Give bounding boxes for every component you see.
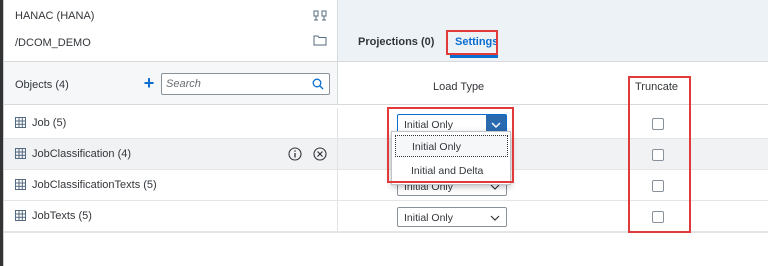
column-divider	[337, 170, 338, 201]
search-input[interactable]	[166, 77, 306, 91]
object-name: Job (5)	[32, 117, 67, 129]
search-field[interactable]	[161, 73, 330, 95]
truncate-checkbox[interactable]	[652, 149, 664, 161]
table-row[interactable]: JobClassification (4)	[4, 139, 768, 170]
table-icon	[15, 179, 26, 190]
table-icon	[15, 117, 26, 128]
table-row[interactable]: JobTexts (5) Initial Only	[4, 201, 768, 232]
info-icon[interactable]	[288, 147, 302, 161]
tab-settings[interactable]: Settings	[455, 36, 498, 48]
remove-icon[interactable]	[313, 147, 327, 161]
load-type-value: Initial Only	[404, 119, 454, 131]
active-tab-indicator	[450, 55, 498, 58]
load-type-dropdown-list[interactable]: Initial Only Initial and Delta	[391, 131, 511, 185]
chevron-down-icon[interactable]	[490, 213, 500, 221]
table-row[interactable]: JobClassificationTexts (5) Initial Only	[4, 170, 768, 201]
objects-toolbar: Objects (4) +	[4, 61, 337, 105]
column-divider	[337, 139, 338, 170]
column-divider	[337, 108, 338, 139]
table-row[interactable]: Job (5) Initial Only	[4, 108, 768, 139]
objects-count-label: Objects (4)	[15, 79, 69, 91]
add-object-button[interactable]: +	[142, 74, 156, 92]
load-type-select[interactable]: Initial Only	[397, 207, 507, 227]
schema-label: /DCOM_DEMO	[15, 37, 91, 49]
tab-bar: Projections (0) Settings	[337, 0, 768, 61]
truncate-checkbox[interactable]	[652, 118, 664, 130]
settings-column-header: Load Type Truncate	[337, 61, 768, 105]
column-divider	[337, 201, 338, 232]
chevron-down-icon[interactable]	[491, 120, 501, 128]
source-panel: HANAC (HANA) /DCOM_DEMO	[4, 0, 337, 60]
search-icon[interactable]	[312, 78, 324, 90]
table-icon	[15, 148, 26, 159]
table-icon	[15, 210, 26, 221]
truncate-column-header: Truncate	[635, 81, 679, 93]
truncate-checkbox[interactable]	[652, 211, 664, 223]
object-name: JobClassificationTexts (5)	[32, 179, 157, 191]
object-name: JobTexts (5)	[32, 210, 92, 222]
connection-label: HANAC (HANA)	[15, 10, 95, 22]
load-type-column-header: Load Type	[433, 81, 485, 93]
table-bottom-border	[4, 232, 768, 233]
dropdown-option-initial-only[interactable]: Initial Only	[395, 135, 508, 157]
truncate-checkbox[interactable]	[652, 180, 664, 192]
object-name: JobClassification (4)	[32, 148, 132, 160]
connection-icon[interactable]	[313, 10, 327, 22]
folder-icon[interactable]	[313, 34, 327, 46]
dropdown-option-initial-and-delta[interactable]: Initial and Delta	[395, 160, 508, 182]
load-type-value: Initial Only	[404, 212, 454, 224]
tab-projections[interactable]: Projections (0)	[358, 36, 434, 48]
